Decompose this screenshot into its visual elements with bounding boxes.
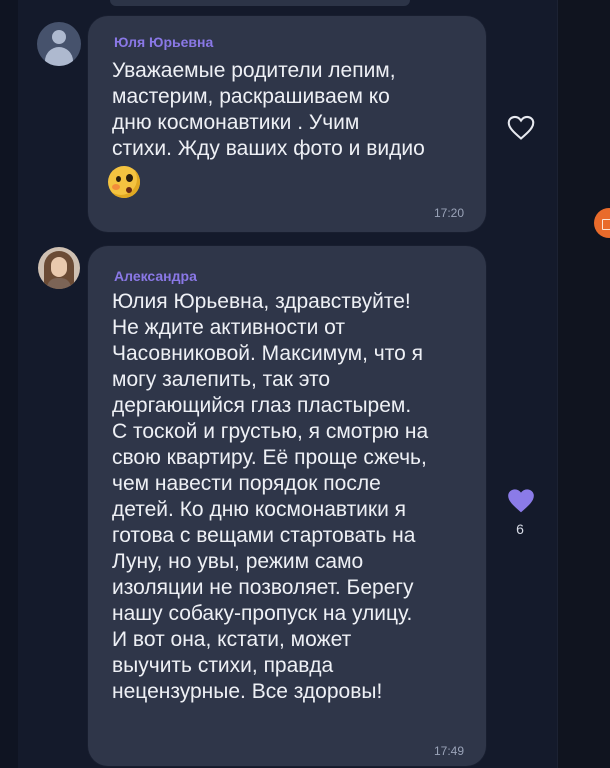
emoji-mouth bbox=[126, 187, 132, 193]
message-text: Уважаемые родители лепим, мастерим, раск… bbox=[112, 59, 425, 160]
message-text: Юлия Юрьевна, здравствуйте! Не ждите акт… bbox=[112, 290, 429, 703]
emoji-blush bbox=[112, 184, 120, 190]
avatar-default[interactable] bbox=[37, 22, 81, 66]
previous-message-edge bbox=[110, 0, 410, 6]
left-rail bbox=[0, 0, 18, 768]
avatar-shirt-shape bbox=[47, 278, 71, 289]
message-time: 17:20 bbox=[433, 206, 464, 220]
badge-glyph bbox=[602, 219, 610, 230]
message-author[interactable]: Юля Юрьевна bbox=[114, 34, 213, 50]
heart-filled-icon[interactable] bbox=[507, 488, 535, 514]
message-time: 17:49 bbox=[433, 744, 464, 758]
blushing-face-emoji bbox=[108, 166, 140, 198]
avatar-head-shape bbox=[52, 30, 66, 44]
avatar-body-shape bbox=[45, 47, 73, 66]
message-bubble[interactable]: Юля Юрьевна Уважаемые родители лепим, ма… bbox=[88, 16, 486, 232]
emoji-eye bbox=[116, 176, 121, 182]
avatar-photo[interactable] bbox=[38, 247, 80, 289]
reaction-count: 6 bbox=[516, 521, 524, 537]
right-rail bbox=[557, 0, 610, 768]
message-author[interactable]: Александра bbox=[114, 268, 197, 284]
emoji-eye bbox=[126, 174, 133, 182]
message-bubble[interactable]: Александра Юлия Юрьевна, здравствуйте! Н… bbox=[88, 246, 486, 766]
heart-outline-icon[interactable] bbox=[507, 115, 535, 141]
avatar-face-shape bbox=[51, 257, 67, 277]
